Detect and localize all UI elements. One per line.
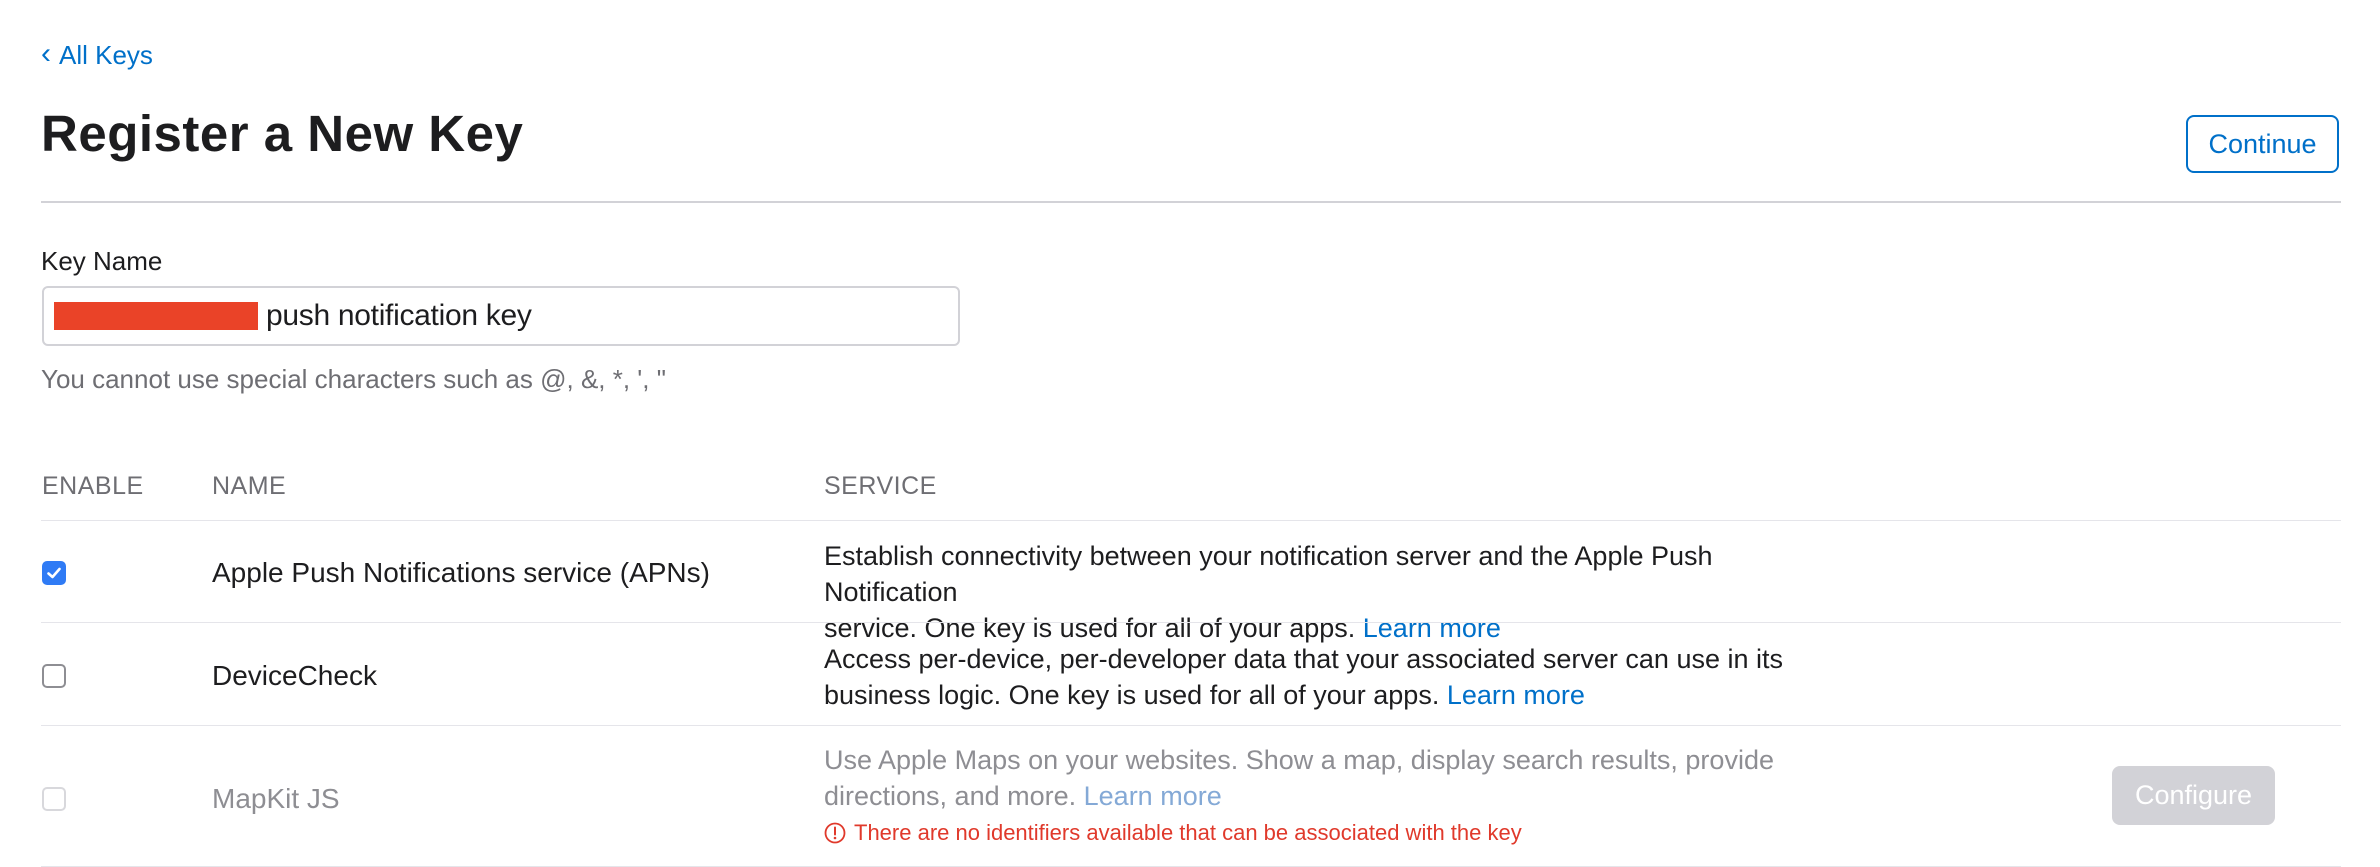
service-name-devicecheck: DeviceCheck xyxy=(212,660,377,691)
service-description-line: Establish connectivity between your noti… xyxy=(824,541,1713,607)
checkmark-icon xyxy=(47,567,61,579)
learn-more-link-apns[interactable]: Learn more xyxy=(1363,613,1501,643)
key-name-value: push notification key xyxy=(266,299,532,332)
row-divider xyxy=(41,622,2341,623)
chevron-left-icon: ‹ xyxy=(41,36,51,70)
continue-button[interactable]: Continue xyxy=(2186,115,2339,173)
table-header-divider xyxy=(41,520,2341,521)
enable-checkbox-devicecheck[interactable] xyxy=(42,664,66,688)
enable-checkbox-apns[interactable] xyxy=(42,561,66,585)
service-name-mapkit-js: MapKit JS xyxy=(212,783,340,814)
service-description-line: Use Apple Maps on your websites. Show a … xyxy=(824,745,1774,775)
enable-checkbox-mapkit-js xyxy=(42,787,66,811)
column-header-enable: ENABLE xyxy=(42,472,144,500)
configure-button-mapkit-js: Configure xyxy=(2112,766,2275,825)
service-description-apns: Establish connectivity between your noti… xyxy=(824,538,1834,646)
key-name-label: Key Name xyxy=(41,246,163,276)
service-description-text: service. One key is used for all of your… xyxy=(824,613,1356,643)
redacted-text xyxy=(54,302,258,330)
error-text: There are no identifiers available that … xyxy=(854,820,1522,845)
service-description-text: business logic. One key is used for all … xyxy=(824,680,1440,710)
row-divider xyxy=(41,725,2341,726)
service-description-mapkit-js: Use Apple Maps on your websites. Show a … xyxy=(824,742,1834,814)
service-description-line: directions, and more. Learn more xyxy=(824,778,1834,814)
service-description-line: business logic. One key is used for all … xyxy=(824,677,1834,713)
column-header-name: NAME xyxy=(212,472,287,500)
column-header-service: SERVICE xyxy=(824,472,937,500)
back-link-label: All Keys xyxy=(59,40,153,70)
service-description-text: directions, and more. xyxy=(824,781,1077,811)
key-name-input[interactable]: push notification key xyxy=(42,286,960,346)
mapkit-error-message: There are no identifiers available that … xyxy=(824,820,1522,846)
page: ‹ All Keys Register a New Key Continue K… xyxy=(0,0,2380,867)
service-description-line: Access per-device, per-developer data th… xyxy=(824,644,1783,674)
page-title: Register a New Key xyxy=(41,105,524,162)
service-description-devicecheck: Access per-device, per-developer data th… xyxy=(824,641,1834,713)
key-name-hint: You cannot use special characters such a… xyxy=(41,364,666,394)
learn-more-link-mapkit-js[interactable]: Learn more xyxy=(1084,781,1222,811)
service-name-apns: Apple Push Notifications service (APNs) xyxy=(212,557,710,588)
exclamation-circle-icon xyxy=(824,822,846,844)
back-link-all-keys[interactable]: ‹ All Keys xyxy=(41,36,153,71)
header-divider xyxy=(41,201,2341,203)
learn-more-link-devicecheck[interactable]: Learn more xyxy=(1447,680,1585,710)
